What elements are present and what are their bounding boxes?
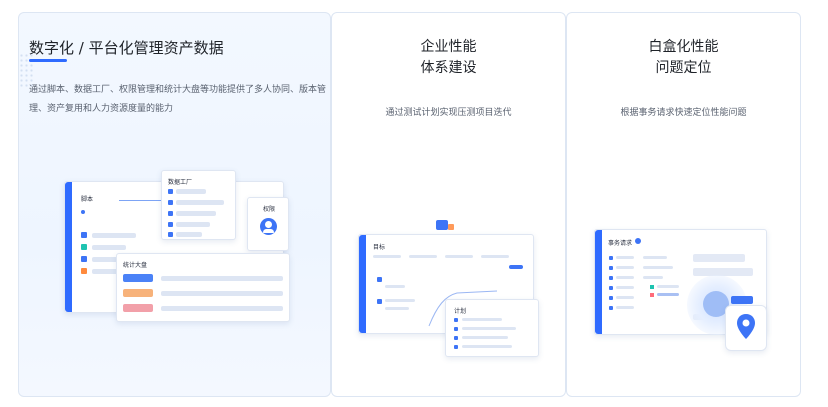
placeholder-block [693,254,745,262]
status-dot [650,293,654,297]
script-label: 脚本 [81,196,94,203]
placeholder-line [385,285,405,288]
locate-badge [731,296,753,304]
placeholder-line [176,189,206,194]
stat-chip [123,289,153,297]
stat-chip [123,274,153,282]
transaction-label: 事务请求 [608,240,633,247]
location-pin-icon [737,314,755,339]
placeholder-line [161,291,283,296]
stat-chip [123,304,153,312]
permission-label: 权限 [263,206,276,213]
placeholder-line [462,327,516,330]
placeholder-line [385,299,415,302]
placeholder-line [176,200,224,205]
placeholder-line [161,306,283,311]
file-icon [81,256,87,262]
window-sidebar [359,235,366,333]
list-bullet [609,306,613,310]
placeholder-line [481,255,509,258]
placeholder-line [657,285,679,288]
file-icon [81,232,87,238]
data-factory-label: 数据工厂 [168,179,193,186]
target-label: 目标 [373,244,386,251]
list-bullet [609,286,613,290]
list-bullet [609,266,613,270]
placeholder-line [462,336,508,339]
placeholder-line [616,256,634,259]
status-dot [650,285,654,289]
placeholder-line [385,307,409,310]
card-title: 白盒化性能 问题定位 [567,37,800,79]
placeholder-line [445,255,473,258]
action-button [509,265,523,269]
connector-line [119,200,165,201]
node-dot [81,210,85,214]
list-bullet [454,318,458,322]
list-bullet [454,345,458,349]
placeholder-line [92,245,126,250]
user-avatar-icon [260,218,277,235]
card-subtitle: 根据事务请求快速定位性能问题 [620,108,747,118]
title-line: 企业性能 [420,39,477,55]
list-bullet [168,211,173,216]
window-sidebar [65,182,72,312]
list-bullet [168,200,173,205]
list-bullet [609,256,613,260]
list-bullet [168,222,173,227]
list-bullet [168,232,173,237]
plan-label: 计划 [454,308,467,315]
card-description: 通过脚本、数据工厂、权限管理和统计大盘等功能提供了多人协同、版本管理、资产复用和… [29,85,327,114]
placeholder-line [176,211,216,216]
dashboard-label: 统计大盘 [123,262,148,269]
data-factory-panel: 数据工厂 [161,170,236,240]
placeholder-line [373,255,401,258]
card-title: 数字化 / 平台化管理资产数据 [29,39,224,57]
placeholder-line [176,222,210,227]
placeholder-line [409,255,437,258]
placeholder-line [462,345,512,348]
placeholder-line [643,266,673,269]
feature-card-whitebox-diagnosis[interactable]: 白盒化性能 问题定位 根据事务请求快速定位性能问题 事务请求 [566,12,801,397]
placeholder-line [616,286,634,289]
placeholder-line [616,306,634,309]
placeholder-line [616,276,634,279]
list-bullet [454,336,458,340]
file-icon [81,244,87,250]
title-line: 问题定位 [655,60,712,76]
cube-icon [436,220,448,230]
placeholder-line [643,276,663,279]
title-line: 白盒化性能 [648,39,719,55]
list-bullet [609,276,613,280]
feature-card-asset-management[interactable]: 数字化 / 平台化管理资产数据 通过脚本、数据工厂、权限管理和统计大盘等功能提供… [18,12,331,397]
list-bullet [168,189,173,194]
card-subtitle: 通过测试计划实现压测项目迭代 [385,108,512,118]
file-icon [81,268,87,274]
placeholder-line [657,293,679,296]
list-bullet [377,277,382,282]
placeholder-line [616,266,634,269]
placeholder-line [643,256,667,259]
placeholder-line [462,318,502,321]
placeholder-line [616,296,634,299]
placeholder-line [161,276,283,281]
title-underline [29,59,67,62]
dashboard-panel: 统计大盘 [116,253,290,322]
plan-panel: 计划 [445,299,539,357]
window-sidebar [595,230,602,334]
placeholder-line [176,232,202,237]
cube-icon [448,224,454,230]
add-icon [635,238,641,244]
list-bullet [377,299,382,304]
feature-card-performance-system[interactable]: 企业性能 体系建设 通过测试计划实现压测项目迭代 目标 计划 [331,12,566,397]
title-line: 体系建设 [420,60,477,76]
list-bullet [609,296,613,300]
list-bullet [454,327,458,331]
placeholder-line [92,233,136,238]
permission-panel: 权限 [247,197,289,251]
location-card [725,305,767,351]
card-title: 企业性能 体系建设 [332,37,565,79]
